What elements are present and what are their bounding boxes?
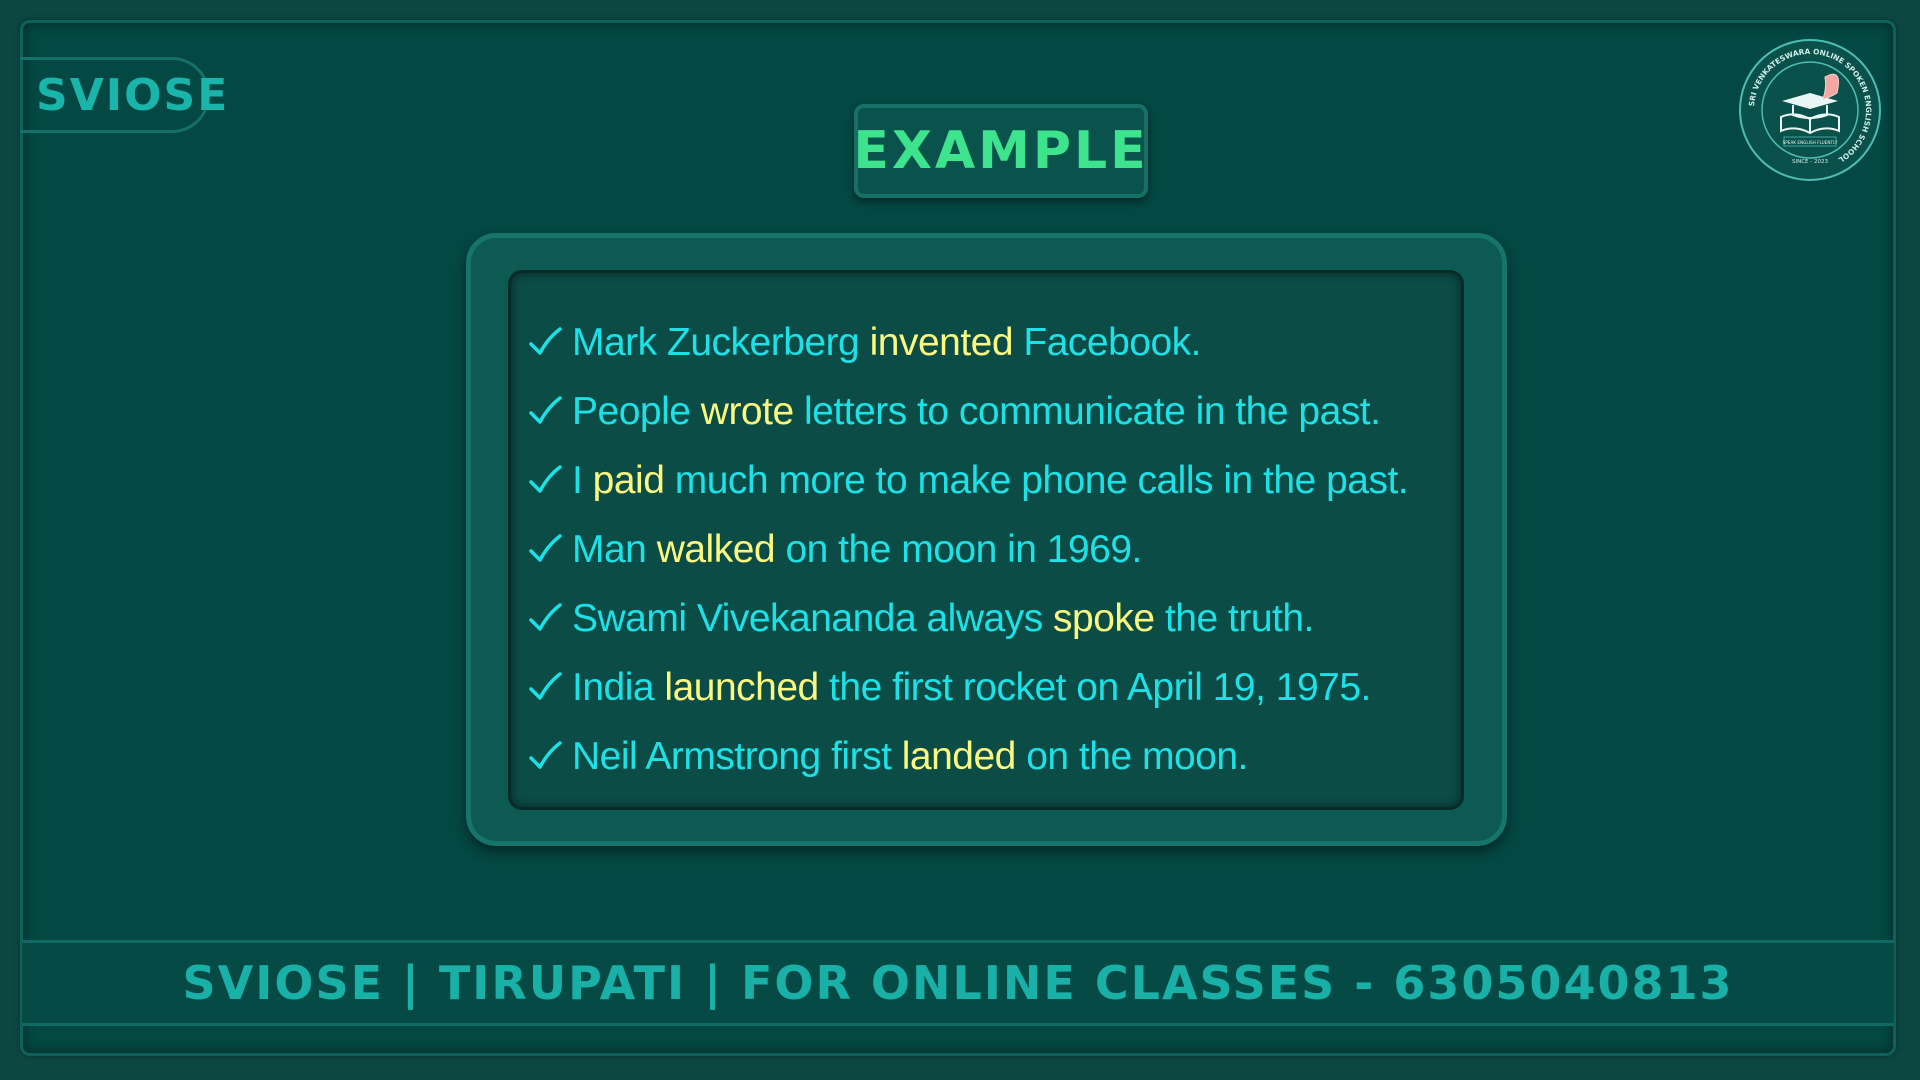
example-verb: invented bbox=[869, 320, 1014, 364]
example-text-after: on the moon in 1969. bbox=[775, 527, 1142, 571]
example-item: People wrote letters to communicate in t… bbox=[528, 377, 1408, 446]
example-item: Man walked on the moon in 1969. bbox=[528, 515, 1408, 584]
checkmark-icon bbox=[529, 533, 562, 562]
example-item: India launched the first rocket on April… bbox=[528, 653, 1408, 722]
checkmark-icon bbox=[529, 395, 562, 424]
example-text-before: India bbox=[572, 665, 665, 709]
example-item: I paid much more to make phone calls in … bbox=[528, 446, 1409, 515]
example-text-after: on the moon. bbox=[1015, 734, 1248, 778]
title-box: EXAMPLE bbox=[853, 104, 1149, 198]
footer-bar: SVIOSE | TIRUPATI | FOR ONLINE CLASSES -… bbox=[22, 940, 1894, 1026]
example-item: Neil Armstrong first landed on the moon. bbox=[528, 722, 1408, 791]
logo-since: SINCE - 2023 bbox=[1792, 159, 1829, 165]
example-text-before: People bbox=[572, 389, 701, 433]
example-item: Swami Vivekananda always spoke the truth… bbox=[528, 584, 1408, 653]
example-text-before: I bbox=[572, 458, 593, 502]
example-verb: landed bbox=[901, 734, 1017, 778]
example-text-after: letters to communicate in the past. bbox=[793, 389, 1381, 433]
footer-contact: SVIOSE | TIRUPATI | FOR ONLINE CLASSES -… bbox=[182, 956, 1734, 1010]
example-verb: wrote bbox=[700, 389, 794, 433]
logo-motto: SPEAK ENGLISH FLUENTLY bbox=[1783, 140, 1838, 145]
examples-list: Mark Zuckerberg invented Facebook. People… bbox=[528, 308, 1409, 791]
example-text-after: Facebook. bbox=[1013, 320, 1201, 364]
brand-tag: SVIOSE bbox=[20, 57, 227, 133]
brand-tag-label: SVIOSE bbox=[36, 69, 230, 121]
example-item: Mark Zuckerberg invented Facebook. bbox=[528, 308, 1408, 377]
checkmark-icon bbox=[529, 602, 562, 631]
example-verb: paid bbox=[592, 458, 665, 502]
example-text-after: much more to make phone calls in the pas… bbox=[664, 458, 1409, 502]
checkmark-icon bbox=[529, 326, 562, 355]
example-text-before: Swami Vivekananda always bbox=[572, 596, 1054, 640]
example-text-before: Neil Armstrong first bbox=[572, 734, 902, 778]
example-verb: walked bbox=[656, 527, 776, 571]
example-text-after: the truth. bbox=[1154, 596, 1314, 640]
example-text-before: Man bbox=[572, 527, 657, 571]
checkmark-icon bbox=[529, 671, 562, 700]
page-title: EXAMPLE bbox=[853, 121, 1149, 181]
example-verb: spoke bbox=[1053, 596, 1155, 640]
checkmark-icon bbox=[529, 740, 562, 769]
school-logo: SRI VENKATESWARA ONLINE SPOKEN ENGLISH S… bbox=[1737, 37, 1883, 183]
example-text-before: Mark Zuckerberg bbox=[572, 320, 870, 364]
checkmark-icon bbox=[529, 464, 562, 493]
example-verb: launched bbox=[664, 665, 819, 709]
example-text-after: the first rocket on April 19, 1975. bbox=[818, 665, 1371, 709]
